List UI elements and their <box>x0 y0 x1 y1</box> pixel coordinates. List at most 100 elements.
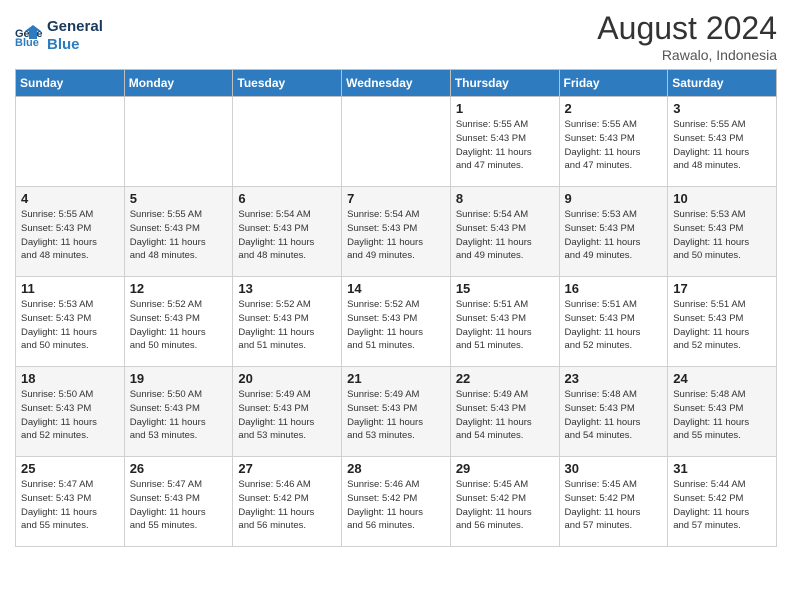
header-monday: Monday <box>124 70 233 97</box>
calendar-cell: 31Sunrise: 5:44 AMSunset: 5:42 PMDayligh… <box>668 457 777 547</box>
header-friday: Friday <box>559 70 668 97</box>
day-info: Sunrise: 5:54 AMSunset: 5:43 PMDaylight:… <box>238 208 336 263</box>
calendar-cell: 13 Sunrise: 5:52 AMSunset: 5:43 PMDayligh… <box>233 277 342 367</box>
calendar-cell <box>124 97 233 187</box>
day-info: Sunrise: 5:47 AMSunset: 5:43 PMDaylight:… <box>21 478 119 533</box>
header-tuesday: Tuesday <box>233 70 342 97</box>
day-info: Sunrise: 5:50 AMSunset: 5:43 PMDaylight:… <box>130 388 228 443</box>
day-info: Sunrise: 5:55 AMSunset: 5:43 PMDaylight:… <box>673 118 771 173</box>
calendar-cell: 23 Sunrise: 5:48 AMSunset: 5:43 PMDayligh… <box>559 367 668 457</box>
calendar-week-row: 18 Sunrise: 5:50 AMSunset: 5:43 PMDayligh… <box>16 367 777 457</box>
calendar-cell: 27 Sunrise: 5:46 AMSunset: 5:42 PMDayligh… <box>233 457 342 547</box>
calendar-cell: 21 Sunrise: 5:49 AMSunset: 5:43 PMDayligh… <box>342 367 451 457</box>
header-thursday: Thursday <box>450 70 559 97</box>
day-number: 30 <box>565 461 663 476</box>
calendar-week-row: 25 Sunrise: 5:47 AMSunset: 5:43 PMDayligh… <box>16 457 777 547</box>
header-wednesday: Wednesday <box>342 70 451 97</box>
day-number: 8 <box>456 191 554 206</box>
calendar-cell: 9 Sunrise: 5:53 AMSunset: 5:43 PMDaylight… <box>559 187 668 277</box>
day-number: 24 <box>673 371 771 386</box>
calendar-cell: 28 Sunrise: 5:46 AMSunset: 5:42 PMDayligh… <box>342 457 451 547</box>
calendar-cell: 6 Sunrise: 5:54 AMSunset: 5:43 PMDaylight… <box>233 187 342 277</box>
day-number: 27 <box>238 461 336 476</box>
calendar-header-row: Sunday Monday Tuesday Wednesday Thursday… <box>16 70 777 97</box>
day-number: 9 <box>565 191 663 206</box>
calendar-cell: 19Sunrise: 5:50 AMSunset: 5:43 PMDayligh… <box>124 367 233 457</box>
calendar-cell: 8Sunrise: 5:54 AMSunset: 5:43 PMDaylight… <box>450 187 559 277</box>
day-number: 15 <box>456 281 554 296</box>
calendar-cell: 22 Sunrise: 5:49 AMSunset: 5:43 PMDayligh… <box>450 367 559 457</box>
calendar-cell <box>16 97 125 187</box>
day-info: Sunrise: 5:55 AMSunset: 5:43 PMDaylight:… <box>565 118 663 173</box>
day-number: 29 <box>456 461 554 476</box>
day-number: 1 <box>456 101 554 116</box>
day-info: Sunrise: 5:48 AMSunset: 5:43 PMDaylight:… <box>565 388 663 443</box>
calendar-cell: 24Sunrise: 5:48 AMSunset: 5:43 PMDayligh… <box>668 367 777 457</box>
day-number: 5 <box>130 191 228 206</box>
day-number: 6 <box>238 191 336 206</box>
day-number: 12 <box>130 281 228 296</box>
day-number: 7 <box>347 191 445 206</box>
day-info: Sunrise: 5:44 AMSunset: 5:42 PMDaylight:… <box>673 478 771 533</box>
calendar-cell: 14 Sunrise: 5:52 AMSunset: 5:43 PMDayligh… <box>342 277 451 367</box>
day-info: Sunrise: 5:52 AMSunset: 5:43 PMDaylight:… <box>347 298 445 353</box>
day-number: 25 <box>21 461 119 476</box>
calendar-week-row: 11 Sunrise: 5:53 AMSunset: 5:43 PMDayligh… <box>16 277 777 367</box>
day-info: Sunrise: 5:45 AMSunset: 5:42 PMDaylight:… <box>565 478 663 533</box>
day-number: 26 <box>130 461 228 476</box>
day-info: Sunrise: 5:51 AMSunset: 5:43 PMDaylight:… <box>565 298 663 353</box>
calendar-cell: 18 Sunrise: 5:50 AMSunset: 5:43 PMDayligh… <box>16 367 125 457</box>
day-number: 28 <box>347 461 445 476</box>
calendar-cell: 11 Sunrise: 5:53 AMSunset: 5:43 PMDayligh… <box>16 277 125 367</box>
header-sunday: Sunday <box>16 70 125 97</box>
day-info: Sunrise: 5:46 AMSunset: 5:42 PMDaylight:… <box>238 478 336 533</box>
calendar-week-row: 1 Sunrise: 5:55 AMSunset: 5:43 PMDaylight… <box>16 97 777 187</box>
day-info: Sunrise: 5:47 AMSunset: 5:43 PMDaylight:… <box>130 478 228 533</box>
calendar-cell: 17 Sunrise: 5:51 AMSunset: 5:43 PMDayligh… <box>668 277 777 367</box>
day-number: 17 <box>673 281 771 296</box>
calendar-cell: 29Sunrise: 5:45 AMSunset: 5:42 PMDayligh… <box>450 457 559 547</box>
day-info: Sunrise: 5:54 AMSunset: 5:43 PMDaylight:… <box>347 208 445 263</box>
month-year-title: August 2024 <box>597 10 777 47</box>
calendar-cell: 10Sunrise: 5:53 AMSunset: 5:43 PMDayligh… <box>668 187 777 277</box>
day-info: Sunrise: 5:52 AMSunset: 5:43 PMDaylight:… <box>238 298 336 353</box>
day-number: 20 <box>238 371 336 386</box>
day-number: 23 <box>565 371 663 386</box>
page-header: General Blue General Blue August 2024 Ra… <box>15 10 777 63</box>
calendar-cell: 2 Sunrise: 5:55 AMSunset: 5:43 PMDaylight… <box>559 97 668 187</box>
day-info: Sunrise: 5:49 AMSunset: 5:43 PMDaylight:… <box>456 388 554 443</box>
day-info: Sunrise: 5:53 AMSunset: 5:43 PMDaylight:… <box>21 298 119 353</box>
day-number: 16 <box>565 281 663 296</box>
day-info: Sunrise: 5:51 AMSunset: 5:43 PMDaylight:… <box>673 298 771 353</box>
day-number: 21 <box>347 371 445 386</box>
day-info: Sunrise: 5:53 AMSunset: 5:43 PMDaylight:… <box>565 208 663 263</box>
location-subtitle: Rawalo, Indonesia <box>597 47 777 63</box>
day-info: Sunrise: 5:49 AMSunset: 5:43 PMDaylight:… <box>238 388 336 443</box>
calendar-cell <box>233 97 342 187</box>
calendar-cell: 4Sunrise: 5:55 AMSunset: 5:43 PMDaylight… <box>16 187 125 277</box>
calendar-week-row: 4 Sunrise: 5:55 AMSunset: 5:43 PMDaylight… <box>16 187 777 277</box>
day-number: 11 <box>21 281 119 296</box>
day-number: 2 <box>565 101 663 116</box>
day-number: 4 <box>21 191 119 206</box>
day-number: 18 <box>21 371 119 386</box>
calendar-cell: 25 Sunrise: 5:47 AMSunset: 5:43 PMDayligh… <box>16 457 125 547</box>
day-number: 14 <box>347 281 445 296</box>
day-info: Sunrise: 5:50 AMSunset: 5:43 PMDaylight:… <box>21 388 119 443</box>
day-info: Sunrise: 5:55 AMSunset: 5:43 PMDaylight:… <box>130 208 228 263</box>
day-info: Sunrise: 5:49 AMSunset: 5:43 PMDaylight:… <box>347 388 445 443</box>
day-info: Sunrise: 5:52 AMSunset: 5:43 PMDaylight:… <box>130 298 228 353</box>
day-info: Sunrise: 5:51 AMSunset: 5:43 PMDaylight:… <box>456 298 554 353</box>
calendar-cell: 26 Sunrise: 5:47 AMSunset: 5:43 PMDayligh… <box>124 457 233 547</box>
logo: General Blue General Blue <box>15 18 103 54</box>
calendar-cell: 16 Sunrise: 5:51 AMSunset: 5:43 PMDayligh… <box>559 277 668 367</box>
calendar-cell: 15 Sunrise: 5:51 AMSunset: 5:43 PMDayligh… <box>450 277 559 367</box>
day-number: 13 <box>238 281 336 296</box>
logo-icon: General Blue <box>15 25 43 47</box>
calendar-cell <box>342 97 451 187</box>
logo-blue: Blue <box>47 36 103 54</box>
day-info: Sunrise: 5:46 AMSunset: 5:42 PMDaylight:… <box>347 478 445 533</box>
day-info: Sunrise: 5:53 AMSunset: 5:43 PMDaylight:… <box>673 208 771 263</box>
day-number: 22 <box>456 371 554 386</box>
calendar-cell: 20 Sunrise: 5:49 AMSunset: 5:43 PMDayligh… <box>233 367 342 457</box>
